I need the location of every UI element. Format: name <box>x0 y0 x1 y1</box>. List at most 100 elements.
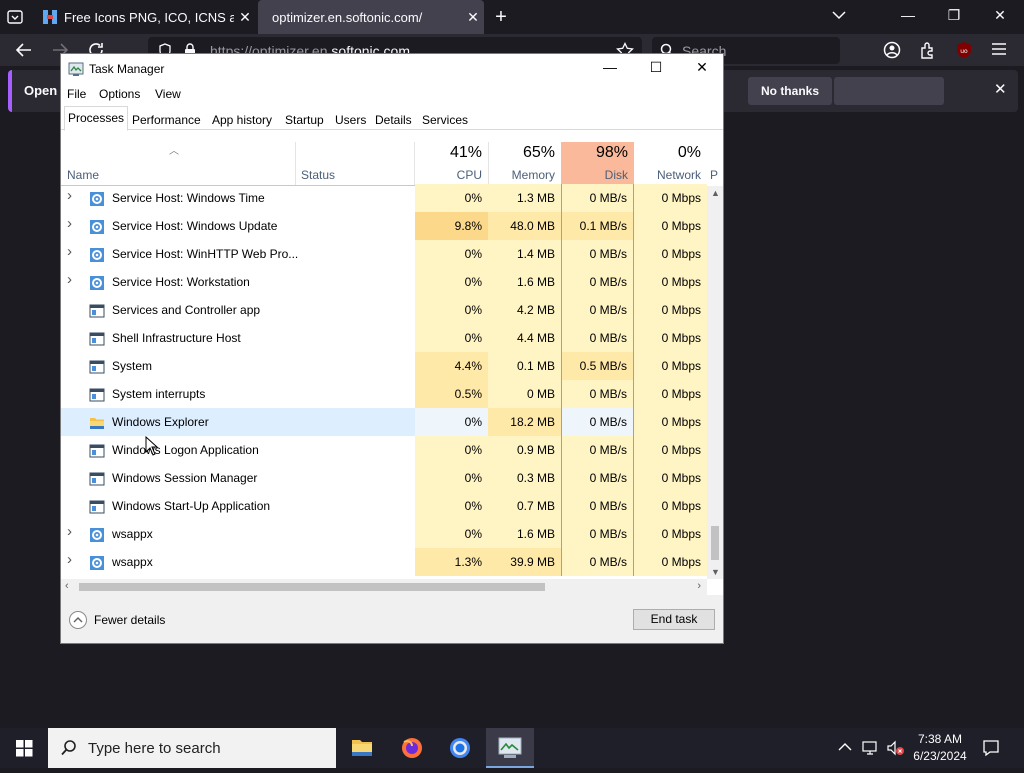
no-thanks-button[interactable]: No thanks <box>748 77 832 105</box>
taskbar-file-explorer[interactable] <box>338 728 386 768</box>
column-header-cpu[interactable]: 41% CPU <box>415 142 488 186</box>
taskbar-chrome[interactable] <box>436 728 484 768</box>
title-bar[interactable]: Task Manager — ☐ ✕ <box>61 54 723 84</box>
chevron-up-circle-icon[interactable] <box>68 610 88 630</box>
disk-cell: 0 MB/s <box>561 436 634 464</box>
app-window-icon <box>89 331 105 347</box>
end-task-button[interactable]: End task <box>633 609 715 630</box>
app-window-icon <box>89 387 105 403</box>
expand-chevron-icon[interactable]: › <box>67 215 72 232</box>
horizontal-scrollbar[interactable]: ‹ › <box>61 579 707 595</box>
scroll-down-icon[interactable]: ▼ <box>711 567 720 577</box>
menu-icon[interactable] <box>990 40 1008 58</box>
account-icon[interactable] <box>882 40 902 60</box>
extensions-icon[interactable] <box>918 40 938 60</box>
expand-chevron-icon[interactable]: › <box>67 187 72 204</box>
column-header-status[interactable]: Status <box>301 168 335 182</box>
close-tab-icon[interactable]: ✕ <box>234 9 256 26</box>
tab-list-icon[interactable] <box>6 8 24 26</box>
taskbar-search-box[interactable]: Type here to search <box>48 728 336 768</box>
scroll-up-icon[interactable]: ▲ <box>711 188 720 198</box>
table-row[interactable]: Services and Controller app 0% 4.2 MB 0 MB/… <box>61 296 707 324</box>
expand-chevron-icon[interactable]: › <box>67 271 72 288</box>
expand-chevron-icon[interactable]: › <box>67 523 72 540</box>
start-button[interactable] <box>0 728 48 768</box>
tab-details[interactable]: Details <box>371 109 416 130</box>
menu-options[interactable]: Options <box>99 87 140 101</box>
browser-tab-softonic[interactable]: optimizer.en.softonic.com/ ✕ <box>258 0 484 34</box>
back-arrow-icon[interactable] <box>14 40 34 60</box>
gear-icon <box>89 247 105 263</box>
restore-window-icon[interactable]: ❐ <box>942 7 966 24</box>
table-row[interactable]: › Service Host: Windows Update 9.8% 48.0 MB… <box>61 212 707 240</box>
tab-processes[interactable]: Processes <box>64 106 129 131</box>
table-row[interactable]: System interrupts 0.5% 0 MB 0 MB/s 0 Mbps <box>61 380 707 408</box>
memory-cell: 0.7 MB <box>488 492 561 520</box>
column-header-disk[interactable]: 98% Disk <box>561 142 634 186</box>
column-header-name[interactable]: Name <box>67 168 99 182</box>
table-row[interactable]: System 4.4% 0.1 MB 0.5 MB/s 0 Mbps <box>61 352 707 380</box>
disk-cell: 0 MB/s <box>561 548 634 576</box>
table-row[interactable]: › Service Host: Windows Time 0% 1.3 MB 0 MB/… <box>61 184 707 212</box>
table-row[interactable]: Shell Infrastructure Host 0% 4.4 MB 0 MB/s 0… <box>61 324 707 352</box>
taskbar-task-manager[interactable] <box>486 728 534 768</box>
scrollbar-thumb[interactable] <box>711 526 719 560</box>
table-row[interactable]: Windows Session Manager 0% 0.3 MB 0 MB/s 0 M… <box>61 464 707 492</box>
table-row[interactable]: › Service Host: Workstation 0% 1.6 MB 0 MB/s… <box>61 268 707 296</box>
close-window-icon[interactable]: ✕ <box>988 7 1012 24</box>
fewer-details-link[interactable]: Fewer details <box>94 613 165 627</box>
network-icon[interactable] <box>862 740 880 756</box>
table-row[interactable]: › wsappx 1.3% 39.9 MB 0 MB/s 0 Mbps <box>61 548 707 576</box>
maximize-icon[interactable]: ☐ <box>641 59 671 76</box>
app-window-icon <box>89 443 105 459</box>
close-tab-icon[interactable]: ✕ <box>462 9 484 26</box>
column-header-memory[interactable]: 65% Memory <box>488 142 561 186</box>
volume-muted-icon[interactable] <box>886 740 906 756</box>
network-cell: 0 Mbps <box>634 268 707 296</box>
memory-cell: 1.3 MB <box>488 184 561 212</box>
chevron-down-icon[interactable] <box>832 10 846 20</box>
scroll-left-icon[interactable]: ‹ <box>65 580 69 592</box>
new-tab-button[interactable]: + <box>490 6 512 29</box>
notifications-icon[interactable] <box>982 739 1000 757</box>
memory-cell: 0.1 MB <box>488 352 561 380</box>
tab-users[interactable]: Users <box>331 109 370 130</box>
tab-app-history[interactable]: App history <box>208 109 276 130</box>
window-title: Task Manager <box>89 62 165 76</box>
minimize-icon[interactable]: — <box>595 59 625 75</box>
tab-startup[interactable]: Startup <box>281 109 328 130</box>
table-row[interactable]: Windows Start-Up Application 0% 0.7 MB 0 MB… <box>61 492 707 520</box>
column-header-network[interactable]: 0% Network <box>634 142 707 186</box>
clock-date[interactable]: 6/23/2024 <box>908 749 972 763</box>
expand-chevron-icon[interactable]: › <box>67 243 72 260</box>
taskbar-firefox[interactable] <box>388 728 436 768</box>
table-row[interactable]: Windows Explorer 0% 18.2 MB 0 MB/s 0 Mbps <box>61 408 707 436</box>
close-icon[interactable]: ✕ <box>994 80 1007 98</box>
table-row[interactable]: › wsappx 0% 1.6 MB 0 MB/s 0 Mbps <box>61 520 707 548</box>
tab-strip: Processes Performance App history Startu… <box>61 106 723 131</box>
close-icon[interactable]: ✕ <box>687 59 717 76</box>
notification-secondary-button[interactable] <box>834 77 944 105</box>
scrollbar-thumb[interactable] <box>79 583 545 591</box>
memory-label: Memory <box>511 168 555 182</box>
menu-file[interactable]: File <box>67 87 86 101</box>
expand-chevron-icon[interactable]: › <box>67 551 72 568</box>
column-header-power[interactable]: P <box>707 142 723 186</box>
app-window-icon <box>89 359 105 375</box>
cpu-label: CPU <box>456 168 482 182</box>
minimize-window-icon[interactable]: — <box>896 7 920 23</box>
tab-services[interactable]: Services <box>418 109 472 130</box>
scroll-right-icon[interactable]: › <box>697 580 701 592</box>
clock-time[interactable]: 7:38 AM <box>908 732 972 746</box>
menu-view[interactable]: View <box>155 87 181 101</box>
tab-performance[interactable]: Performance <box>128 109 205 130</box>
ublock-icon[interactable]: uo <box>954 40 974 60</box>
process-name: Windows Session Manager <box>112 471 258 485</box>
table-row[interactable]: › Service Host: WinHTTP Web Pro... 0% 1.4 M… <box>61 240 707 268</box>
network-cell: 0 Mbps <box>634 408 707 436</box>
chevron-up-icon[interactable] <box>838 741 852 753</box>
process-name: wsappx <box>112 527 153 541</box>
browser-tab-free-icons[interactable]: Free Icons PNG, ICO, ICNS and SVG ✕ <box>34 0 256 34</box>
vertical-scrollbar[interactable]: ▲ ▼ <box>707 186 723 579</box>
gear-icon <box>89 219 105 235</box>
